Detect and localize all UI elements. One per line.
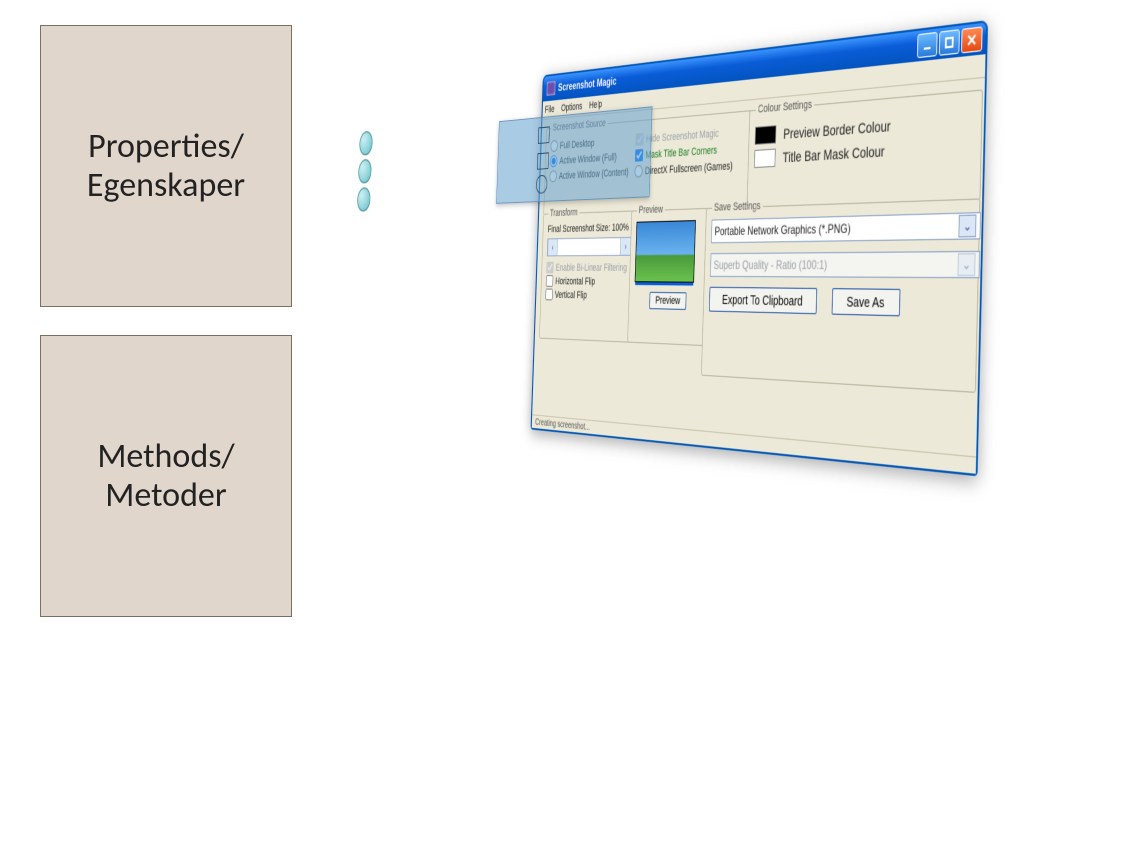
check-hflip-input[interactable] [546, 275, 554, 287]
close-icon [967, 34, 976, 46]
stage-3d: Screenshot Magic File Options Help [350, 0, 1126, 700]
radio-directx-label: DirectX Fullscreen (Games) [645, 160, 733, 177]
app-icon [546, 81, 555, 96]
swatch-preview-border[interactable] [755, 125, 777, 145]
check-mask-corners-label: Mask Title Bar Corners [645, 144, 717, 160]
radio-directx-input[interactable] [634, 165, 642, 178]
check-vflip-label: Vertical Flip [555, 289, 587, 300]
check-bilinear-input[interactable] [546, 262, 554, 274]
radio-active-content-label: Active Window (Content) [559, 166, 629, 181]
chevron-down-icon[interactable]: ⌄ [958, 214, 976, 237]
minimize-button[interactable] [917, 32, 938, 58]
check-vflip[interactable]: Vertical Flip [545, 289, 629, 302]
group-save-settings: Save Settings Portable Network Graphics … [701, 192, 981, 393]
legend-colour: Colour Settings [756, 98, 815, 115]
preview-thumbnail [635, 220, 696, 283]
check-hflip-label: Horizontal Flip [555, 276, 595, 287]
swatch-titlebar-mask[interactable] [754, 149, 776, 169]
export-clipboard-button[interactable]: Export To Clipboard [709, 287, 817, 314]
close-button[interactable] [961, 26, 983, 53]
check-hide-magic-label: Hide Screenshot Magic [646, 127, 719, 144]
legend-preview: Preview [637, 204, 665, 216]
menu-help[interactable]: Help [589, 99, 602, 111]
properties-line1: Properties/ [87, 127, 245, 166]
label-preview-border: Preview Border Colour [783, 117, 891, 142]
menu-file[interactable]: File [545, 104, 555, 116]
radio-active-window-full[interactable]: Active Window (Full) [550, 150, 629, 167]
statusbar: Creating screenshot... [532, 414, 976, 473]
properties-box: Properties/ Egenskaper [40, 25, 292, 307]
preview-button[interactable]: Preview [649, 292, 686, 310]
radio-active-full-input[interactable] [550, 155, 558, 167]
check-mask-corners[interactable]: Mask Title Bar Corners [635, 142, 733, 161]
legend-transform: Transform [548, 207, 579, 219]
format-dropdown-value: Portable Network Graphics (*.PNG) [714, 221, 850, 238]
row-preview-border-colour: Preview Border Colour [755, 109, 975, 145]
methods-line1: Methods/ [97, 437, 234, 476]
radio-full-desktop-input[interactable] [550, 140, 558, 152]
bullet-icon [359, 131, 373, 156]
bullet-icon [358, 159, 372, 184]
scene: Screenshot Magic File Options Help [530, 20, 985, 500]
check-mask-corners-input[interactable] [635, 149, 643, 162]
client-area: Screenshot Source Full Desktop Active Wi… [532, 78, 985, 463]
minimize-icon [923, 39, 932, 51]
check-bilinear-label: Enable Bi-Linear Filtering [556, 262, 628, 273]
methods-box: Methods/ Metoder [40, 335, 292, 617]
radio-active-content-input[interactable] [549, 170, 557, 182]
maximize-icon [945, 36, 954, 48]
radio-directx[interactable]: DirectX Fullscreen (Games) [634, 159, 732, 177]
check-hflip[interactable]: Horizontal Flip [546, 275, 630, 288]
quality-dropdown-value: Superb Quality - Ratio (100:1) [713, 257, 827, 272]
methods-line2: Metoder [97, 476, 234, 515]
final-size-label: Final Screenshot Size: 100% [548, 222, 632, 235]
maximize-button[interactable] [939, 29, 960, 56]
status-text: Creating screenshot... [535, 417, 590, 433]
quality-dropdown: Superb Quality - Ratio (100:1) ⌄ [710, 251, 980, 278]
group-colour-settings: Colour Settings Preview Border Colour Ti… [747, 83, 983, 209]
row-titlebar-mask-colour: Title Bar Mask Colour [754, 135, 974, 168]
check-bilinear[interactable]: Enable Bi-Linear Filtering [546, 261, 630, 273]
scroll-left-icon[interactable]: ‹ [547, 239, 557, 255]
check-hide-magic-input[interactable] [635, 133, 643, 146]
window-title: Screenshot Magic [558, 74, 617, 93]
radio-active-full-label: Active Window (Full) [559, 151, 617, 166]
check-vflip-input[interactable] [545, 289, 553, 301]
properties-line2: Egenskaper [87, 166, 245, 205]
radio-full-desktop-label: Full Desktop [560, 137, 595, 151]
legend-save: Save Settings [712, 200, 763, 214]
save-as-button[interactable]: Save As [832, 288, 901, 316]
bullet-icon [357, 187, 371, 212]
group-preview: Preview Preview [627, 202, 711, 346]
radio-full-desktop[interactable]: Full Desktop [550, 134, 629, 152]
chevron-down-icon: ⌄ [957, 253, 975, 276]
menu-options[interactable]: Options [561, 101, 583, 114]
size-scroller[interactable]: ‹ › [547, 237, 632, 256]
format-dropdown[interactable]: Portable Network Graphics (*.PNG) ⌄ [711, 212, 981, 243]
app-window: Screenshot Magic File Options Help [531, 20, 989, 476]
legend-source: Screenshot Source [551, 118, 608, 134]
label-titlebar-mask: Title Bar Mask Colour [782, 142, 884, 165]
group-transform: Transform Final Screenshot Size: 100% ‹ … [539, 205, 637, 343]
group-screenshot-source: Screenshot Source Full Desktop Active Wi… [543, 104, 753, 216]
radio-active-window-content[interactable]: Active Window (Content) [549, 166, 628, 182]
